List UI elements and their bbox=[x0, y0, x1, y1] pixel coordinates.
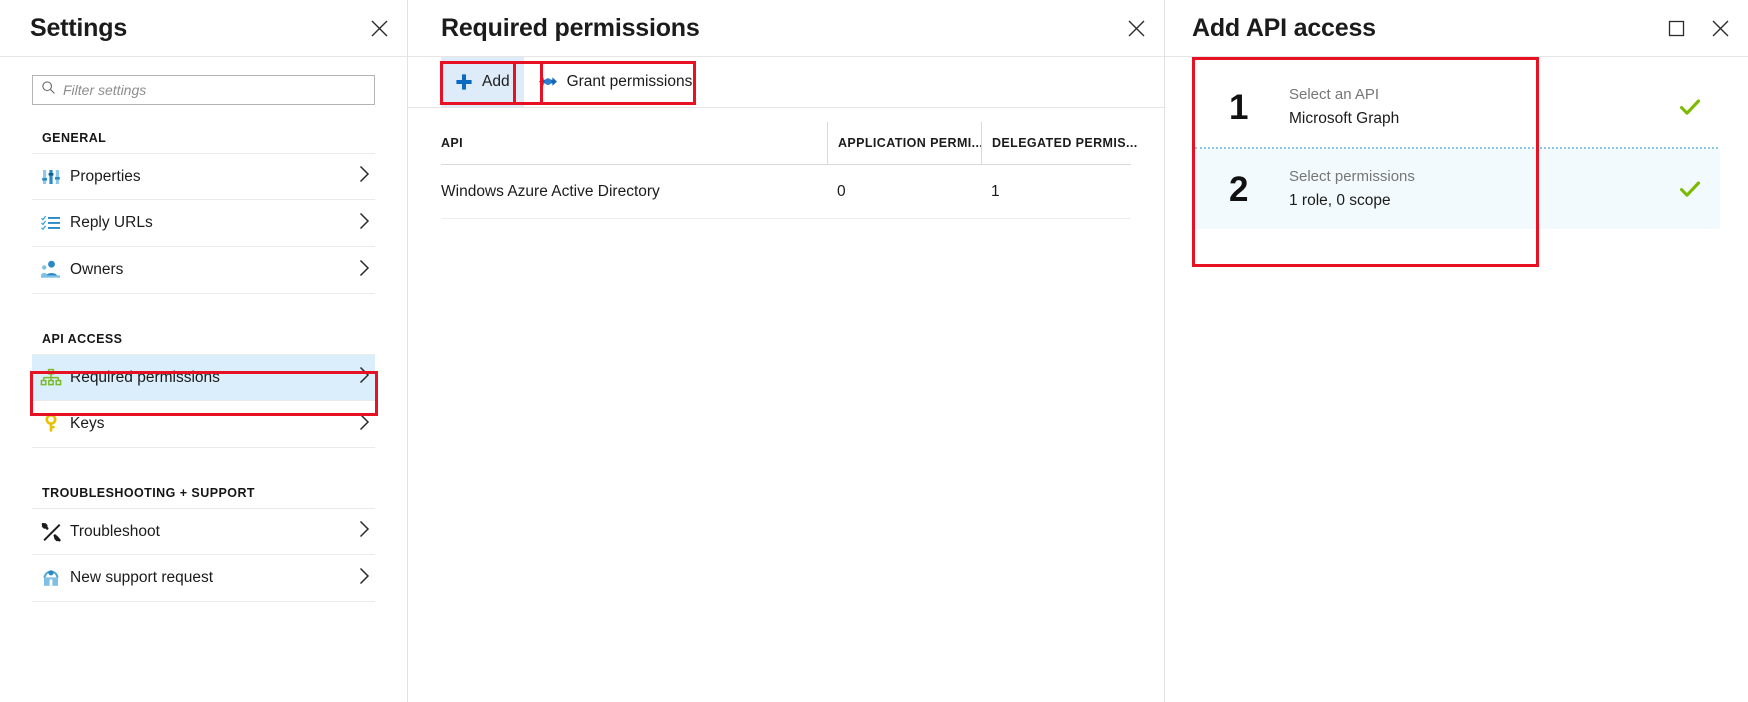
column-header-delegated-permissions[interactable]: DELEGATED PERMIS... bbox=[981, 122, 1141, 164]
search-icon bbox=[41, 80, 56, 100]
settings-blade: Settings GENERAL bbox=[0, 0, 408, 702]
add-api-access-header: Add API access bbox=[1165, 0, 1748, 57]
maximize-icon[interactable] bbox=[1662, 15, 1690, 43]
hierarchy-icon bbox=[32, 367, 70, 389]
sidebar-item-label: New support request bbox=[70, 569, 358, 587]
grant-permissions-label: Grant permissions bbox=[567, 73, 693, 91]
table-row[interactable]: Windows Azure Active Directory 0 1 bbox=[441, 165, 1131, 219]
step-text: Select permissions 1 role, 0 scope bbox=[1289, 165, 1660, 212]
sidebar-item-label: Properties bbox=[70, 168, 358, 186]
sidebar-item-label: Keys bbox=[70, 415, 358, 433]
cell-delegated-permissions: 1 bbox=[981, 183, 1141, 201]
filter-settings-wrapper bbox=[0, 57, 407, 115]
step-number: 2 bbox=[1229, 172, 1289, 207]
add-button-label: Add bbox=[482, 73, 510, 91]
check-icon bbox=[1660, 177, 1720, 201]
cell-api: Windows Azure Active Directory bbox=[441, 183, 827, 201]
plus-icon bbox=[455, 73, 473, 91]
search-input[interactable] bbox=[63, 76, 366, 104]
group-title-api-access: API ACCESS bbox=[0, 316, 407, 354]
sidebar-item-new-support-request[interactable]: New support request bbox=[32, 555, 375, 602]
api-access-steps: 1 Select an API Microsoft Graph 2 Select… bbox=[1193, 67, 1720, 229]
chevron-right-icon bbox=[358, 413, 375, 436]
section-gap bbox=[0, 448, 407, 470]
nav-list-general: Properties Reply URLs bbox=[0, 153, 407, 294]
required-permissions-header: Required permissions bbox=[408, 0, 1164, 57]
settings-title: Settings bbox=[30, 16, 127, 41]
chevron-right-icon bbox=[358, 567, 375, 590]
sidebar-item-properties[interactable]: Properties bbox=[32, 153, 375, 200]
permissions-header-actions bbox=[1122, 0, 1150, 57]
sidebar-item-owners[interactable]: Owners bbox=[32, 247, 375, 294]
step-value: 1 role, 0 scope bbox=[1289, 189, 1660, 213]
sidebar-item-reply-urls[interactable]: Reply URLs bbox=[32, 200, 375, 247]
wrench-screwdriver-icon bbox=[32, 521, 70, 543]
command-bar: Add Grant permissions bbox=[408, 57, 1164, 108]
cell-application-permissions: 0 bbox=[827, 183, 981, 201]
close-icon[interactable] bbox=[365, 15, 393, 43]
column-header-api[interactable]: API bbox=[441, 136, 827, 164]
step-title: Select permissions bbox=[1289, 165, 1660, 188]
settings-header-actions bbox=[365, 0, 393, 57]
step-select-an-api[interactable]: 1 Select an API Microsoft Graph bbox=[1193, 67, 1720, 147]
chevron-right-icon bbox=[358, 520, 375, 543]
required-permissions-blade: Required permissions Add bbox=[408, 0, 1165, 702]
step-number: 1 bbox=[1229, 90, 1289, 125]
sliders-icon bbox=[32, 166, 70, 188]
section-gap bbox=[0, 294, 407, 316]
sidebar-item-label: Owners bbox=[70, 261, 358, 279]
nav-list-troubleshooting: Troubleshoot New support request bbox=[0, 508, 407, 602]
close-icon[interactable] bbox=[1706, 15, 1734, 43]
permissions-table: API APPLICATION PERMI... DELEGATED PERMI… bbox=[408, 108, 1164, 219]
api-header-actions bbox=[1662, 0, 1734, 57]
sidebar-item-keys[interactable]: Keys bbox=[32, 401, 375, 448]
sidebar-item-label: Troubleshoot bbox=[70, 523, 358, 541]
add-api-access-blade: Add API access 1 Select an API Microsoft… bbox=[1165, 0, 1748, 702]
sidebar-item-label: Reply URLs bbox=[70, 214, 358, 232]
sidebar-item-required-permissions[interactable]: Required permissions bbox=[32, 354, 375, 401]
grant-permissions-button[interactable]: Grant permissions bbox=[524, 57, 707, 107]
support-headset-icon bbox=[32, 567, 70, 589]
grant-icon bbox=[538, 74, 558, 90]
chevron-right-icon bbox=[358, 212, 375, 235]
table-header-row: API APPLICATION PERMI... DELEGATED PERMI… bbox=[441, 108, 1131, 164]
azure-portal-screenshot: Settings GENERAL bbox=[0, 0, 1748, 702]
settings-blade-header: Settings bbox=[0, 0, 407, 57]
step-title: Select an API bbox=[1289, 83, 1660, 106]
chevron-right-icon bbox=[358, 165, 375, 188]
nav-list-api-access: Required permissions Keys bbox=[0, 354, 407, 448]
group-title-troubleshooting-support: TROUBLESHOOTING + SUPPORT bbox=[0, 470, 407, 508]
step-value: Microsoft Graph bbox=[1289, 107, 1660, 131]
column-header-application-permissions[interactable]: APPLICATION PERMI... bbox=[827, 122, 981, 164]
page-title: Required permissions bbox=[441, 16, 700, 41]
sidebar-item-label: Required permissions bbox=[70, 369, 358, 387]
sidebar-item-troubleshoot[interactable]: Troubleshoot bbox=[32, 508, 375, 555]
filter-settings-box[interactable] bbox=[32, 75, 375, 105]
check-icon bbox=[1660, 95, 1720, 119]
key-icon bbox=[32, 413, 70, 435]
people-icon bbox=[32, 259, 70, 281]
step-select-permissions[interactable]: 2 Select permissions 1 role, 0 scope bbox=[1193, 149, 1720, 229]
chevron-right-icon bbox=[358, 259, 375, 282]
checklist-icon bbox=[32, 212, 70, 234]
group-title-general: GENERAL bbox=[0, 115, 407, 153]
add-button[interactable]: Add bbox=[441, 57, 524, 107]
add-api-access-title: Add API access bbox=[1192, 16, 1376, 41]
close-icon[interactable] bbox=[1122, 15, 1150, 43]
step-text: Select an API Microsoft Graph bbox=[1289, 83, 1660, 130]
chevron-right-icon bbox=[358, 366, 375, 389]
